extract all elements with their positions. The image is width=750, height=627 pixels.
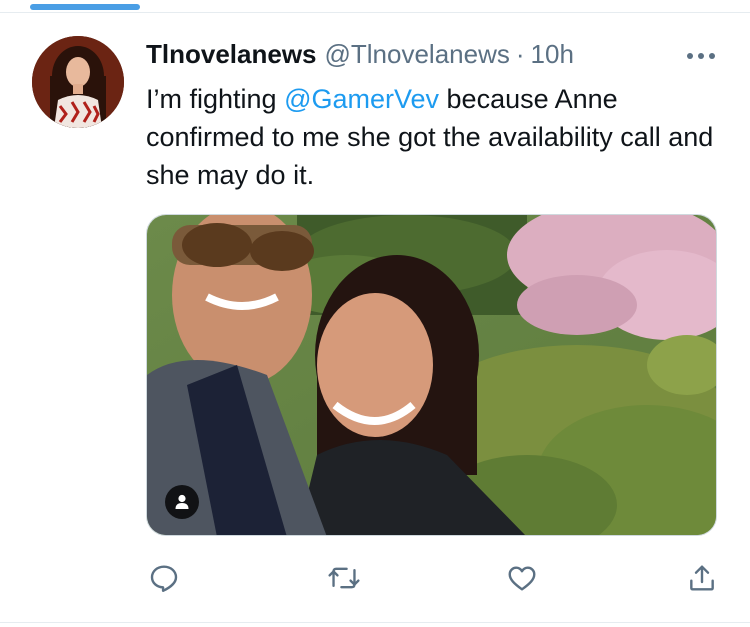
tweet-text-before: I’m fighting: [146, 84, 285, 114]
reply-icon[interactable]: [146, 560, 182, 596]
display-name[interactable]: Tlnovelanews: [146, 38, 317, 70]
mention-link[interactable]: @GamerVev: [284, 84, 439, 114]
user-handle[interactable]: @Tlnovelanews: [325, 38, 510, 70]
tweet-photo[interactable]: [146, 214, 717, 536]
separator-dot: ·: [515, 39, 525, 69]
top-divider: [0, 12, 750, 13]
retweet-icon[interactable]: [326, 560, 362, 596]
person-icon[interactable]: [165, 485, 199, 519]
tweet-actions: [146, 560, 726, 596]
share-icon[interactable]: [684, 560, 720, 596]
timestamp[interactable]: 10h: [531, 38, 574, 70]
tweet-header: Tlnovelanews @Tlnovelanews · 10h: [146, 38, 574, 70]
more-horizontal-icon[interactable]: [683, 44, 719, 68]
bottom-divider: [0, 622, 750, 623]
tab-indicator: [30, 4, 140, 10]
heart-icon[interactable]: [504, 560, 540, 596]
avatar[interactable]: [32, 36, 124, 128]
tweet-text: I’m fighting @GamerVev because Anne conf…: [146, 80, 726, 194]
